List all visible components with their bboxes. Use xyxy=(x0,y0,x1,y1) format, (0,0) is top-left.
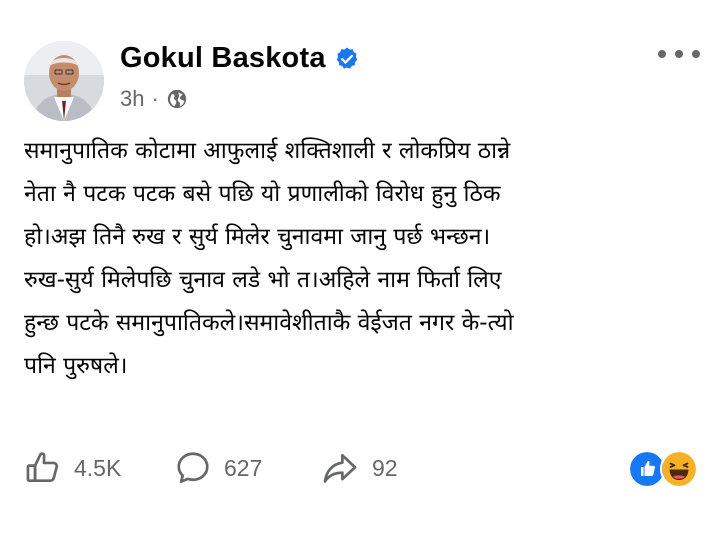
more-options-icon-dot xyxy=(692,50,700,58)
meta-separator: · xyxy=(151,86,159,111)
post-text-line: हो।अझ तिनै रुख र सुर्य मिलेर चुनावमा जान… xyxy=(24,224,491,250)
verified-badge-icon xyxy=(336,47,357,69)
post-timestamp[interactable]: 3h xyxy=(120,86,144,112)
comment-count: 627 xyxy=(224,454,263,481)
post-text-line: पनि पुरुषले। xyxy=(24,353,128,379)
more-options-icon-dot xyxy=(658,50,666,58)
more-options-icon-dot xyxy=(675,50,683,58)
more-options-button[interactable] xyxy=(658,44,700,64)
globe-icon[interactable] xyxy=(166,88,188,110)
haha-reaction-icon xyxy=(660,450,698,488)
avatar-image xyxy=(24,41,104,121)
thumbs-up-icon xyxy=(26,452,59,483)
like-count: 4.5K xyxy=(74,454,122,481)
post-body: समानुपातिक कोटामा आफुलाई शक्तिशाली र लोक… xyxy=(24,130,704,388)
post-text-line: समानुपातिक कोटामा आफुलाई शक्तिशाली र लोक… xyxy=(24,138,511,164)
post-text-line: रुख-सुर्य मिलेपछि चुनाव लडे भो त।अहिले न… xyxy=(24,267,502,293)
share-arrow-icon xyxy=(323,453,357,483)
post-author: Gokul Baskota xyxy=(120,42,360,75)
comment-icon xyxy=(177,452,209,483)
share-button[interactable]: 92 xyxy=(320,449,398,487)
reaction-summary[interactable] xyxy=(628,450,698,488)
post-text-line: नेता नै पटक पटक बसे पछि यो प्रणालीको विर… xyxy=(24,181,501,207)
post-meta: 3h · xyxy=(120,86,188,112)
post-text-line: हुन्छ पटके समानुपातिकले।समावेशीताकै वेईज… xyxy=(24,310,514,336)
like-button[interactable]: 4.5K xyxy=(24,449,132,487)
post-actions: 4.5K 627 92 xyxy=(24,446,398,490)
author-avatar[interactable] xyxy=(24,41,104,121)
comment-button[interactable]: 627 xyxy=(174,449,278,487)
share-count: 92 xyxy=(372,454,398,481)
author-name[interactable]: Gokul Baskota xyxy=(120,42,326,75)
